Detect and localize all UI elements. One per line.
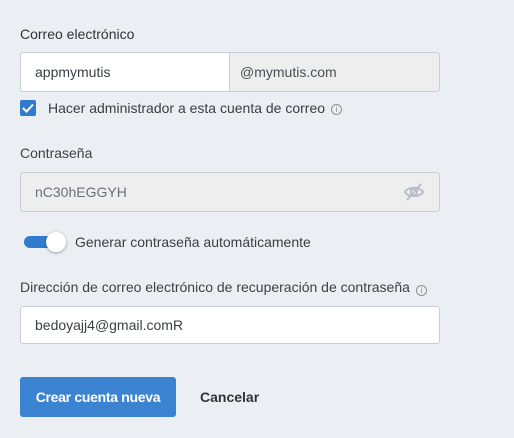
admin-checkbox[interactable]	[20, 100, 36, 116]
recovery-label: Dirección de correo electrónico de recup…	[20, 279, 410, 295]
email-label: Correo electrónico	[20, 26, 135, 42]
admin-label: Hacer administrador a esta cuenta de cor…	[48, 100, 326, 116]
info-icon[interactable]: i	[331, 103, 343, 115]
toggle-knob	[46, 232, 66, 252]
auto-password-option: Generar contraseña automáticamente	[24, 232, 311, 252]
password-label: Contraseña	[20, 145, 93, 161]
eye-off-icon[interactable]	[403, 182, 425, 202]
email-username-input[interactable]: appmymutis	[20, 52, 229, 92]
info-icon[interactable]: i	[415, 285, 427, 296]
password-value: nC30hEGGYH	[35, 184, 127, 200]
recovery-label-row: Dirección de correo electrónico de recup…	[20, 279, 427, 296]
admin-option: Hacer administrador a esta cuenta de cor…	[20, 99, 343, 117]
auto-password-label: Generar contraseña automáticamente	[75, 234, 311, 250]
create-account-button[interactable]: Crear cuenta nueva	[20, 377, 176, 417]
email-row: appmymutis @mymutis.com	[20, 52, 440, 92]
cancel-button[interactable]: Cancelar	[200, 377, 259, 417]
checkmark-icon	[22, 103, 34, 113]
recovery-email-input[interactable]: bedoyajj4@gmail.comR	[20, 306, 440, 344]
password-field: nC30hEGGYH	[20, 172, 440, 212]
email-domain-suffix: @mymutis.com	[229, 52, 440, 92]
auto-password-toggle[interactable]	[24, 232, 66, 252]
